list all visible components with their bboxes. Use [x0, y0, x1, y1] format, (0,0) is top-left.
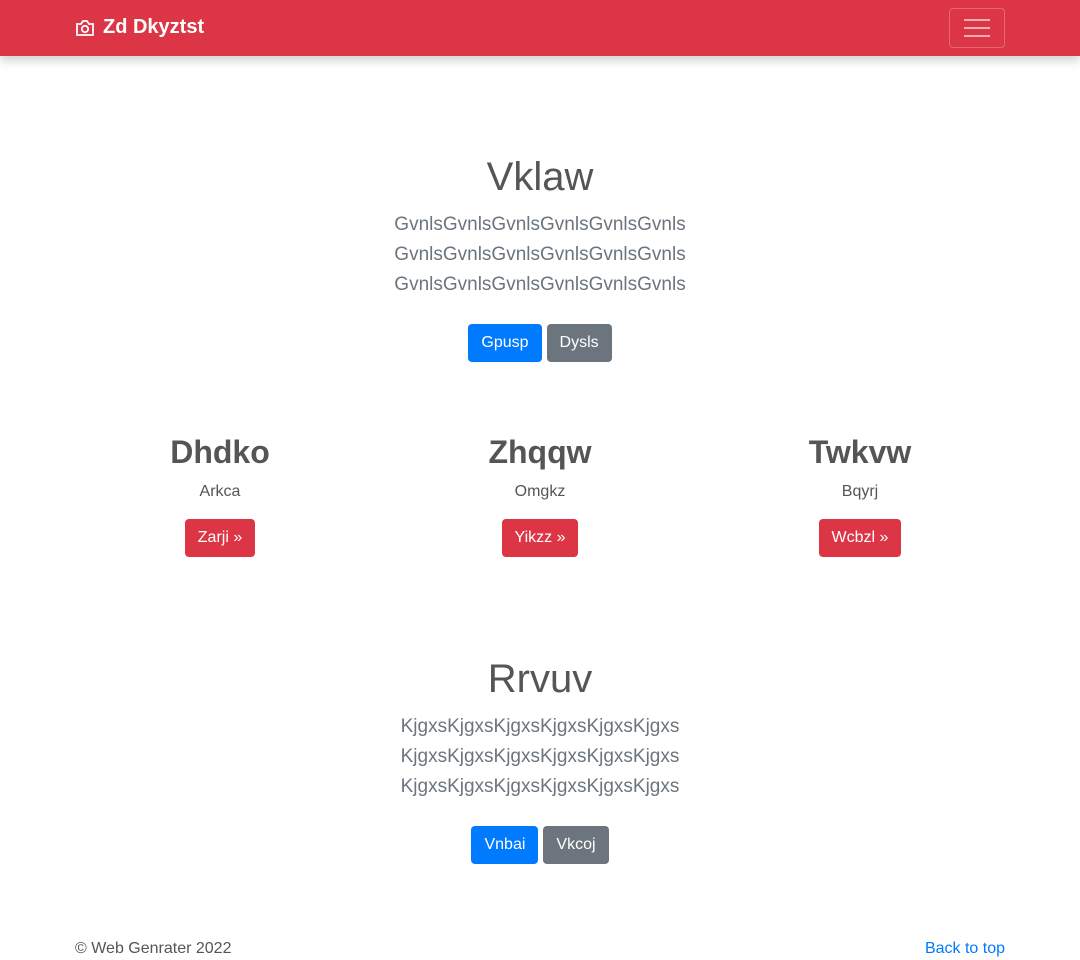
navbar-toggler-button[interactable]	[949, 8, 1005, 48]
secondary-button[interactable]: Vkcoj	[543, 826, 609, 864]
hero-title: Rrvuv	[487, 657, 593, 701]
column-button[interactable]: Yikzz »	[501, 519, 579, 557]
column-button[interactable]: Wcbzl »	[818, 519, 902, 557]
column-title: Zhqqw	[488, 434, 592, 470]
primary-button[interactable]: Gpusp	[468, 324, 542, 362]
primary-button[interactable]: Vnbai	[471, 826, 539, 864]
camera-icon	[76, 19, 94, 36]
column-button[interactable]: Zarji »	[184, 519, 256, 557]
column-text: Arkca	[199, 483, 241, 500]
footer-copyright: © Web Genrater 2022	[75, 940, 232, 957]
hero-lead: KjgxsKjgxsKjgxsKjgxsKjgxsKjgxs KjgxsKjgx…	[400, 716, 680, 797]
back-to-top-link[interactable]: Back to top	[925, 940, 1005, 958]
column-title: Dhdko	[170, 434, 270, 470]
brand-link[interactable]: Zd Dkyztst	[75, 16, 204, 39]
feature-column: Dhdko Arkca Zarji »	[60, 434, 380, 557]
navbar: Zd Dkyztst	[0, 0, 1080, 56]
secondary-button[interactable]: Dysls	[546, 324, 612, 362]
feature-column: Twkvw Bqyrj Wcbzl »	[700, 434, 1020, 557]
feature-column: Zhqqw Omgkz Yikzz »	[380, 434, 700, 557]
column-text: Bqyrj	[841, 483, 879, 500]
hero-section-2: Rrvuv KjgxsKjgxsKjgxsKjgxsKjgxsKjgxs Kjg…	[0, 657, 1080, 864]
hero-title: Vklaw	[486, 155, 594, 199]
brand-name: Zd Dkyztst	[103, 16, 205, 38]
hero-section-1: Vklaw GvnlsGvnlsGvnlsGvnlsGvnlsGvnls Gvn…	[0, 155, 1080, 362]
column-title: Twkvw	[808, 434, 912, 470]
hamburger-icon	[964, 19, 990, 21]
hero-lead: GvnlsGvnlsGvnlsGvnlsGvnlsGvnls GvnlsGvnl…	[394, 214, 686, 295]
column-text: Omgkz	[514, 483, 566, 500]
